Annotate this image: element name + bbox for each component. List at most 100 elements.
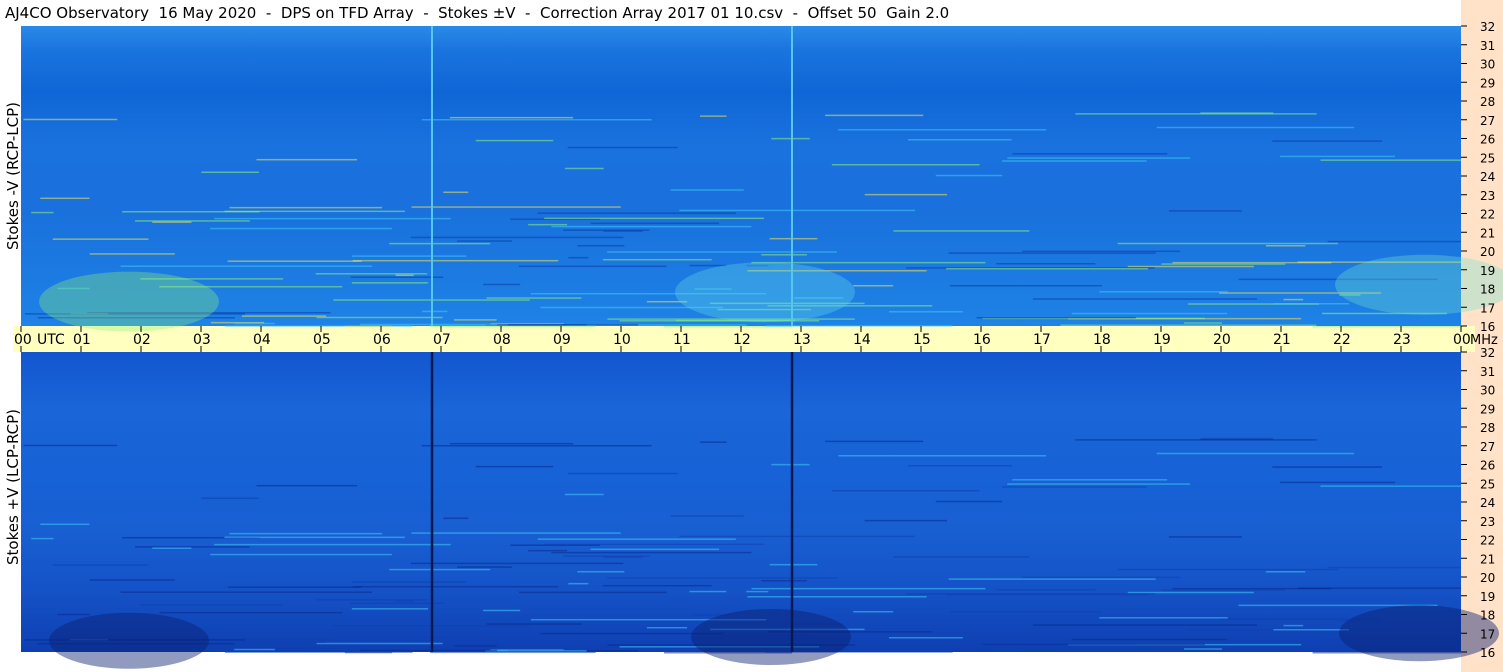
emission-glow — [39, 271, 219, 332]
emission-streak — [607, 577, 837, 579]
emission-streak — [1075, 439, 1317, 441]
emission-streak — [1007, 157, 1191, 159]
bottom-panel-emission-streaks — [23, 438, 1499, 669]
emission-streak — [528, 223, 568, 226]
emission-streak — [1012, 153, 1168, 155]
frequency-tick-label: 18 — [1480, 283, 1495, 297]
chart-overlay: 00 01 02 03 04 05 06 07 08 09 10 11 12 13 14 15 16 17 18 19… — [14, 20, 1503, 669]
emission-streak — [602, 584, 712, 587]
emission-streak — [831, 489, 980, 492]
emission-streak — [443, 517, 469, 520]
emission-streak — [350, 602, 444, 605]
emission-streak — [838, 129, 1047, 131]
emission-streak — [410, 236, 624, 239]
emission-streak — [134, 220, 250, 222]
emission-streak — [210, 227, 392, 230]
frequency-tick-label: 21 — [1480, 226, 1495, 240]
emission-streak — [351, 255, 467, 257]
emission-streak — [1184, 648, 1222, 650]
frequency-tick-label: 24 — [1480, 496, 1495, 510]
emission-streak — [1099, 291, 1228, 293]
frequency-tick-label: 17 — [1480, 627, 1495, 641]
emission-streak — [201, 497, 259, 500]
emission-streak — [888, 311, 963, 313]
frequency-tick-label: 32 — [1480, 20, 1495, 34]
emission-streak — [948, 578, 1156, 580]
frequency-tick-label: 18 — [1480, 609, 1495, 623]
emission-streak — [603, 556, 643, 558]
emission-streak — [1327, 240, 1461, 243]
emission-streak — [389, 568, 491, 571]
emission-streak — [1320, 485, 1461, 487]
frequency-tick-label: 20 — [1480, 245, 1495, 259]
emission-streak — [1283, 298, 1304, 301]
emission-streak — [256, 158, 358, 161]
emission-streak — [120, 591, 373, 593]
emission-streak — [140, 604, 284, 606]
emission-streak — [949, 610, 1103, 613]
emission-streak — [1265, 244, 1306, 247]
emission-streak — [1184, 322, 1222, 324]
frequency-tick-label: 17 — [1480, 301, 1495, 315]
emission-streak — [486, 623, 582, 625]
frequency-tick-label: 21 — [1480, 552, 1495, 566]
frequency-tick-label: 26 — [1480, 459, 1495, 473]
emission-streak — [544, 543, 765, 546]
frequency-tick-label: 16 — [1480, 320, 1495, 334]
emission-streak — [765, 325, 953, 327]
frequency-tick-label: 27 — [1480, 440, 1495, 454]
time-tick-label: 01 — [73, 332, 91, 348]
emission-streak — [590, 222, 720, 225]
emission-streak — [23, 118, 118, 121]
emission-streak — [483, 283, 521, 286]
emission-streak — [411, 532, 621, 534]
emission-streak — [949, 284, 1103, 287]
frequency-tick-label: 30 — [1480, 58, 1495, 72]
emission-streak — [214, 217, 451, 220]
emission-streak — [1272, 140, 1383, 142]
emission-streak — [23, 444, 118, 447]
emission-streak — [537, 212, 736, 214]
frequency-tick-label: 19 — [1480, 264, 1495, 278]
emission-streak — [229, 532, 383, 535]
emission-streak — [747, 596, 927, 598]
emission-streak — [679, 535, 916, 538]
emission-streak — [948, 252, 1156, 254]
time-tick-label: 08 — [493, 332, 511, 348]
emission-streak — [838, 455, 1047, 457]
emission-streak — [700, 441, 727, 443]
emission-streak — [1156, 126, 1355, 129]
emission-streak — [52, 564, 149, 566]
emission-streak — [1273, 302, 1349, 305]
emission-streak — [1320, 159, 1461, 161]
emission-streak — [224, 210, 405, 213]
time-tick-label: 17 — [1033, 332, 1051, 348]
emission-streak — [31, 211, 54, 214]
frequency-tick-label: 27 — [1480, 114, 1495, 128]
emission-streak — [421, 118, 652, 121]
emission-streak — [771, 463, 810, 466]
emission-streak — [359, 649, 498, 652]
emission-streak — [893, 230, 1030, 232]
emission-streak — [229, 206, 383, 209]
emission-streak — [454, 645, 497, 647]
emission-streak — [518, 591, 667, 594]
emission-streak — [976, 316, 1136, 319]
emission-streak — [1156, 452, 1355, 455]
emission-streak — [1200, 112, 1274, 114]
emission-streak — [751, 587, 986, 590]
frequency-tick-label: 28 — [1480, 95, 1495, 109]
emission-glow — [675, 262, 855, 323]
absorption-glow — [49, 612, 209, 669]
frequency-tick-label: 25 — [1480, 151, 1495, 165]
emission-streak — [864, 519, 948, 522]
time-tick-label: 10 — [613, 332, 631, 348]
emission-streak — [893, 556, 1030, 558]
emission-streak — [1071, 638, 1228, 641]
time-tick-label: 05 — [313, 332, 331, 348]
emission-streak — [1127, 591, 1254, 594]
time-tick-label: 02 — [133, 332, 151, 348]
time-tick-label: 16 — [973, 332, 991, 348]
emission-streak — [568, 256, 589, 259]
emission-streak — [443, 191, 469, 194]
